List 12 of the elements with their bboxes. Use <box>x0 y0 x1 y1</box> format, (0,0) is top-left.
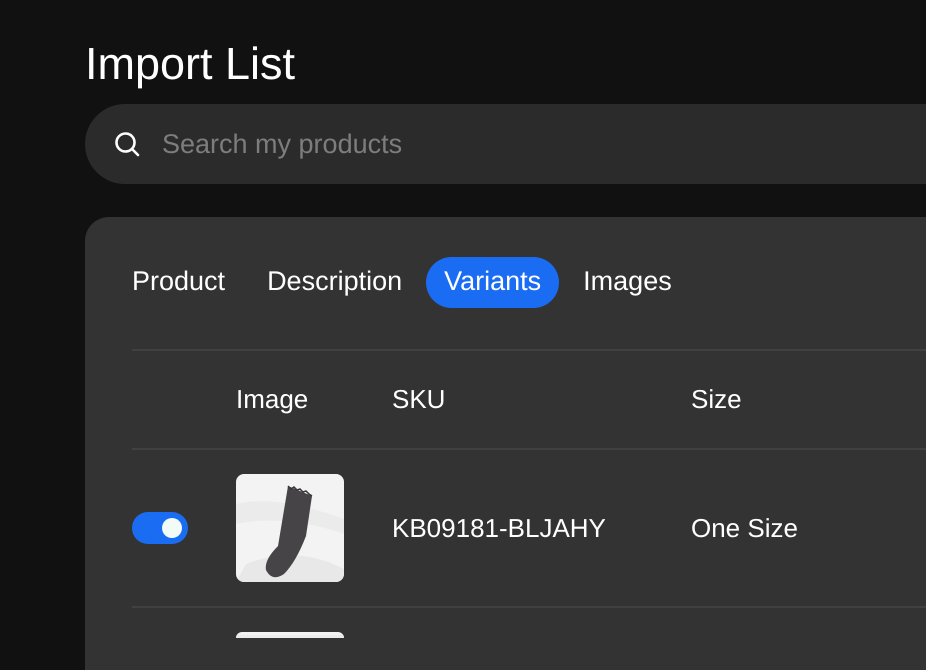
tab[interactable]: Product <box>130 257 244 308</box>
search-field[interactable]: Search my products <box>85 104 926 184</box>
tab[interactable]: Description <box>249 257 420 308</box>
column-header: SKU <box>392 384 446 415</box>
column-header: Size <box>691 384 743 415</box>
toggle-switch[interactable] <box>132 512 188 544</box>
tab[interactable]: Images <box>565 257 690 308</box>
table-cell-text: KB09181-BLJAHY <box>392 512 607 544</box>
table-cell-text: One Size <box>691 512 799 544</box>
tab[interactable]: Variants <box>426 257 560 308</box>
page-title: Import List <box>85 37 296 91</box>
column-header: Image <box>236 384 310 415</box>
